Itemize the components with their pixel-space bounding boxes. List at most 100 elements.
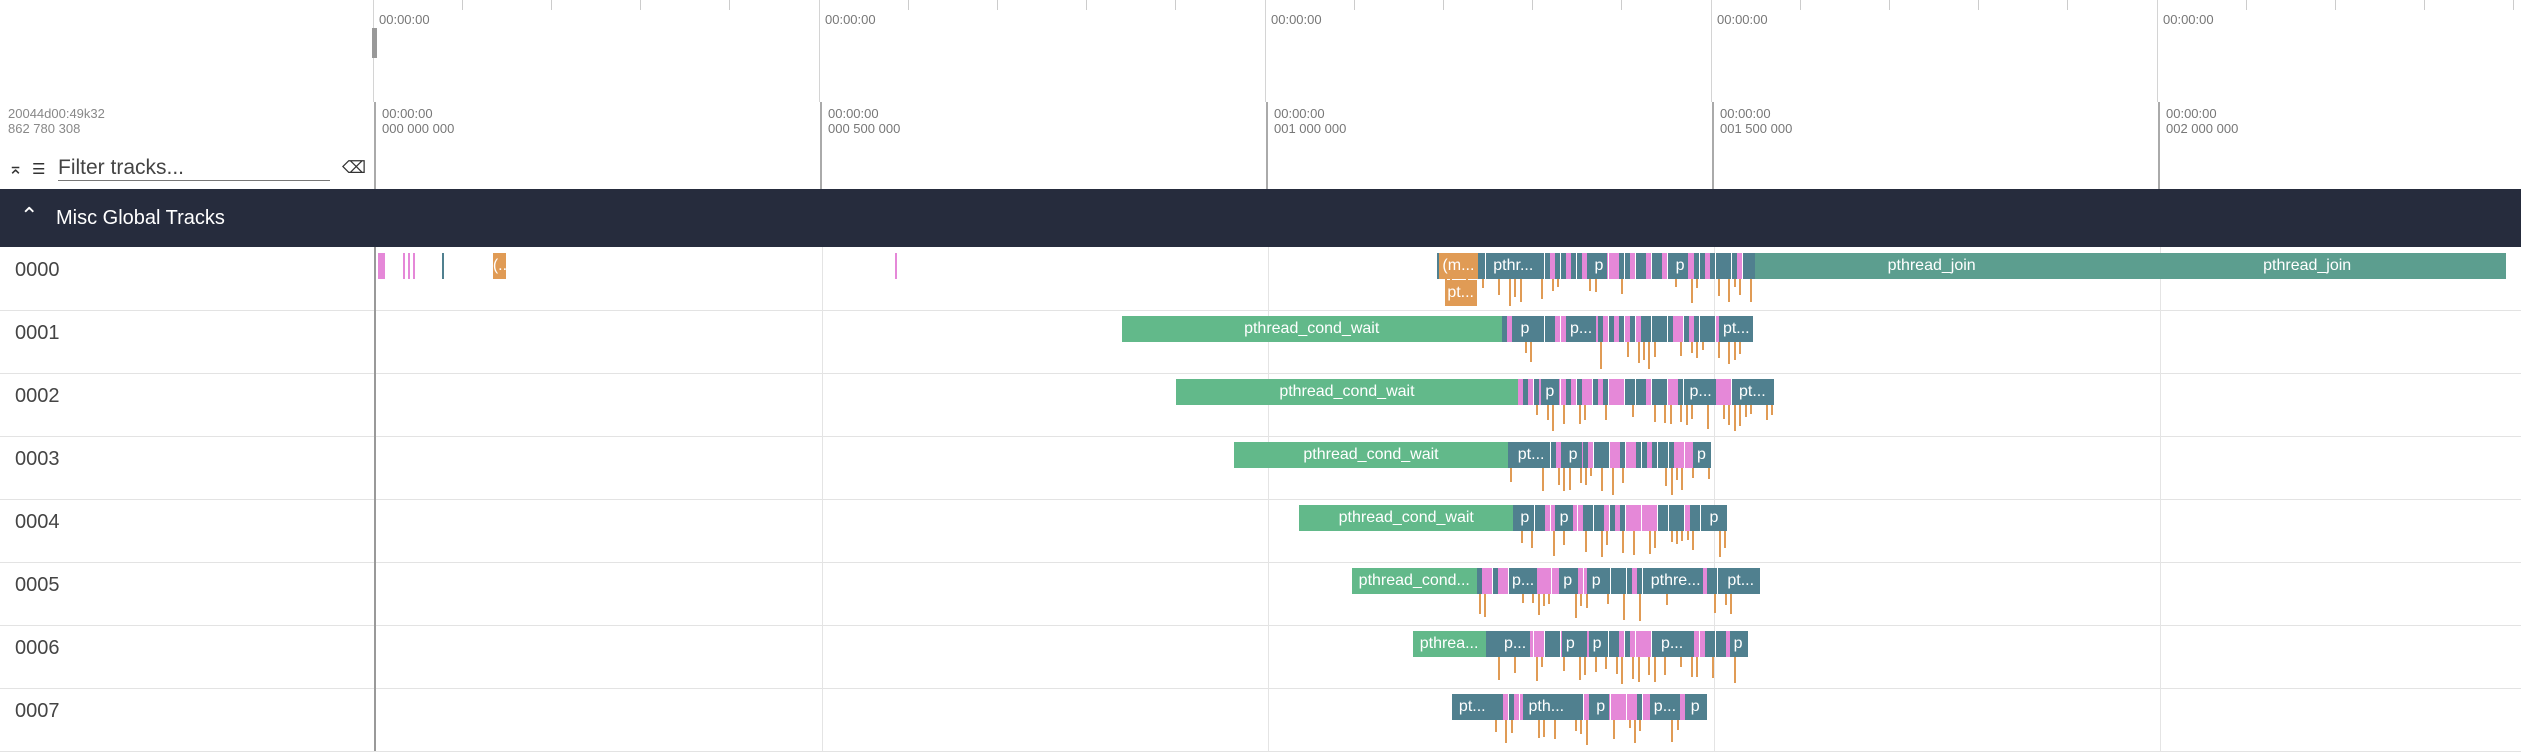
track-slices-area[interactable]: pthrea... p... p p p... p [374,625,2521,688]
track-row[interactable]: 0006 pthrea... p... p p p... p [0,625,2521,689]
trace-slice[interactable]: pthread_cond_wait [1176,379,1518,405]
nested-slice-tick [1669,405,1672,424]
trace-slice[interactable]: p... [1656,631,1688,657]
trace-slice[interactable]: pthrea... [1412,631,1486,657]
track-group-header[interactable]: ⌃ Misc Global Tracks [0,189,2521,247]
trace-slice[interactable]: pthre... [1647,568,1704,594]
track-row[interactable]: 0001 pthread_cond_wait p p... pt... [0,310,2521,374]
grid-line [822,625,823,688]
trace-slice[interactable]: p [1562,631,1579,657]
overview-minor-tick [997,0,998,10]
thin-slice [1560,316,1566,342]
track-slices-area[interactable]: pt... pth... p p... p [374,688,2521,751]
nested-slice-tick [1514,657,1517,673]
track-slices-area[interactable]: pthread_cond... p... p p pthre... pt... [374,562,2521,625]
track-row[interactable]: 0000 (... (m... pthr... p p pthread_joinpthrea… [0,247,2521,311]
trace-slice[interactable]: pt... [1444,280,1477,306]
trace-slice[interactable]: p [1590,253,1607,279]
trace-slice[interactable]: (m... [1439,253,1478,279]
track-row[interactable]: 0005 pthread_cond... p... p p pthre... pt... [0,562,2521,626]
trace-slice[interactable]: p... [1649,694,1681,720]
track-slices-area[interactable]: pthread_cond_wait pt... p p [374,436,2521,499]
grid-line [822,562,823,625]
nested-slice-tick [1728,405,1731,425]
track-row[interactable]: 0003 pthread_cond_wait pt... p p [0,436,2521,500]
thin-slice [1608,316,1614,342]
trace-slice[interactable]: pthread_cond_wait [1299,505,1514,531]
timeline-overview[interactable]: 00:00:00 00:00:00 00:00:00 00:00:00 00:00:00 [0,0,2521,103]
trace-slice[interactable]: p [1589,631,1606,657]
trace-slice[interactable]: p [1514,316,1536,342]
nested-slice-tick [1691,279,1694,303]
trace-slice[interactable]: p [1672,253,1689,279]
trace-slice[interactable]: p [1687,694,1704,720]
track-row[interactable]: 0004 pthread_cond_wait p p p [0,499,2521,563]
trace-slice[interactable]: pt... [1719,316,1754,342]
trace-slice[interactable]: pthread_cond_wait [1121,316,1502,342]
nested-slice-tick [1482,279,1485,288]
track-name: 0003 [15,448,60,470]
thin-slice [1581,253,1587,279]
clear-filter-icon[interactable]: ⌫ [342,158,366,178]
filter-tracks-input[interactable] [58,156,330,181]
trace-slice[interactable]: p... [1565,316,1597,342]
grid-line [2160,499,2161,562]
trace-slice[interactable]: p... [1508,568,1538,594]
thin-slice [1624,253,1630,279]
trace-slice[interactable]: pt... [1514,442,1549,468]
trace-slice[interactable]: pt... [1734,379,1771,405]
nested-slice-tick [1637,342,1640,363]
nested-slice-tick [1505,720,1508,743]
trace-slice[interactable]: p [1592,694,1609,720]
thin-slice [1598,442,1604,468]
trace-slice[interactable]: p... [1499,631,1531,657]
trace-slice[interactable]: p [1730,631,1747,657]
nested-slice-tick [1580,594,1583,606]
thin-slice [1560,379,1566,405]
thin-slice [1657,442,1663,468]
thin-slice [1621,694,1627,720]
nested-slice-tick [1739,342,1742,354]
collapse-all-icon[interactable]: ⌅ [8,158,23,179]
track-slices-area[interactable]: pthread_cond_wait p p... pt... [374,373,2521,436]
trace-slice[interactable]: pthr... [1485,253,1541,279]
thin-slice [1577,505,1583,531]
trace-slice[interactable]: p [1555,505,1574,531]
trace-slice[interactable]: p [1515,505,1534,531]
nested-slice-tick [1562,657,1565,671]
trace-slice[interactable]: pthread_cond... [1351,568,1477,594]
nested-slice-tick [1578,657,1581,680]
trace-slice[interactable]: pt... [1451,694,1493,720]
nested-slice-tick [1642,342,1645,360]
trace-slice[interactable]: p [1564,442,1582,468]
overview-minor-tick [1354,0,1355,10]
trace-slice[interactable]: p [1692,442,1711,468]
trace-slice[interactable]: pth... [1523,694,1570,720]
nested-slice-tick [1749,405,1752,414]
track-row[interactable]: 0002 pthread_cond_wait p p... pt... [0,373,2521,437]
trace-slice[interactable]: pt... [1721,568,1761,594]
track-slices-area[interactable]: pthread_cond_wait p p p [374,499,2521,562]
thin-slice [1578,694,1584,720]
trace-slice[interactable]: pthread_join [2108,253,2507,279]
trace-slice[interactable]: p [1558,568,1577,594]
overview-minor-tick [1532,0,1533,10]
trace-slice[interactable]: p [1705,505,1723,531]
thin-slice [1625,442,1631,468]
track-slices-area[interactable]: (... (m... pthr... p p pthread_joinpthread_jo… [374,247,2521,310]
grid-line [822,499,823,562]
trace-slice[interactable]: pthread_cond_wait [1234,442,1508,468]
track-slices-area[interactable]: pthread_cond_wait p p... pt... [374,310,2521,373]
thin-slice [1637,694,1643,720]
nested-slice-tick [1498,279,1501,295]
overview-window-handle[interactable] [372,28,377,58]
trace-slice[interactable]: (... [492,253,507,279]
nested-slice-tick [1626,342,1629,357]
trace-slice[interactable]: p [1587,568,1606,594]
track-row[interactable]: 0007 pt... pth... p p... p [0,688,2521,752]
trace-slice[interactable]: p... [1685,379,1716,405]
chevron-up-icon[interactable]: ⌃ [20,203,38,229]
trace-slice[interactable]: p [1540,379,1559,405]
nested-slice-tick [1632,657,1635,679]
trace-slice[interactable]: pthread_join [1755,253,2109,279]
